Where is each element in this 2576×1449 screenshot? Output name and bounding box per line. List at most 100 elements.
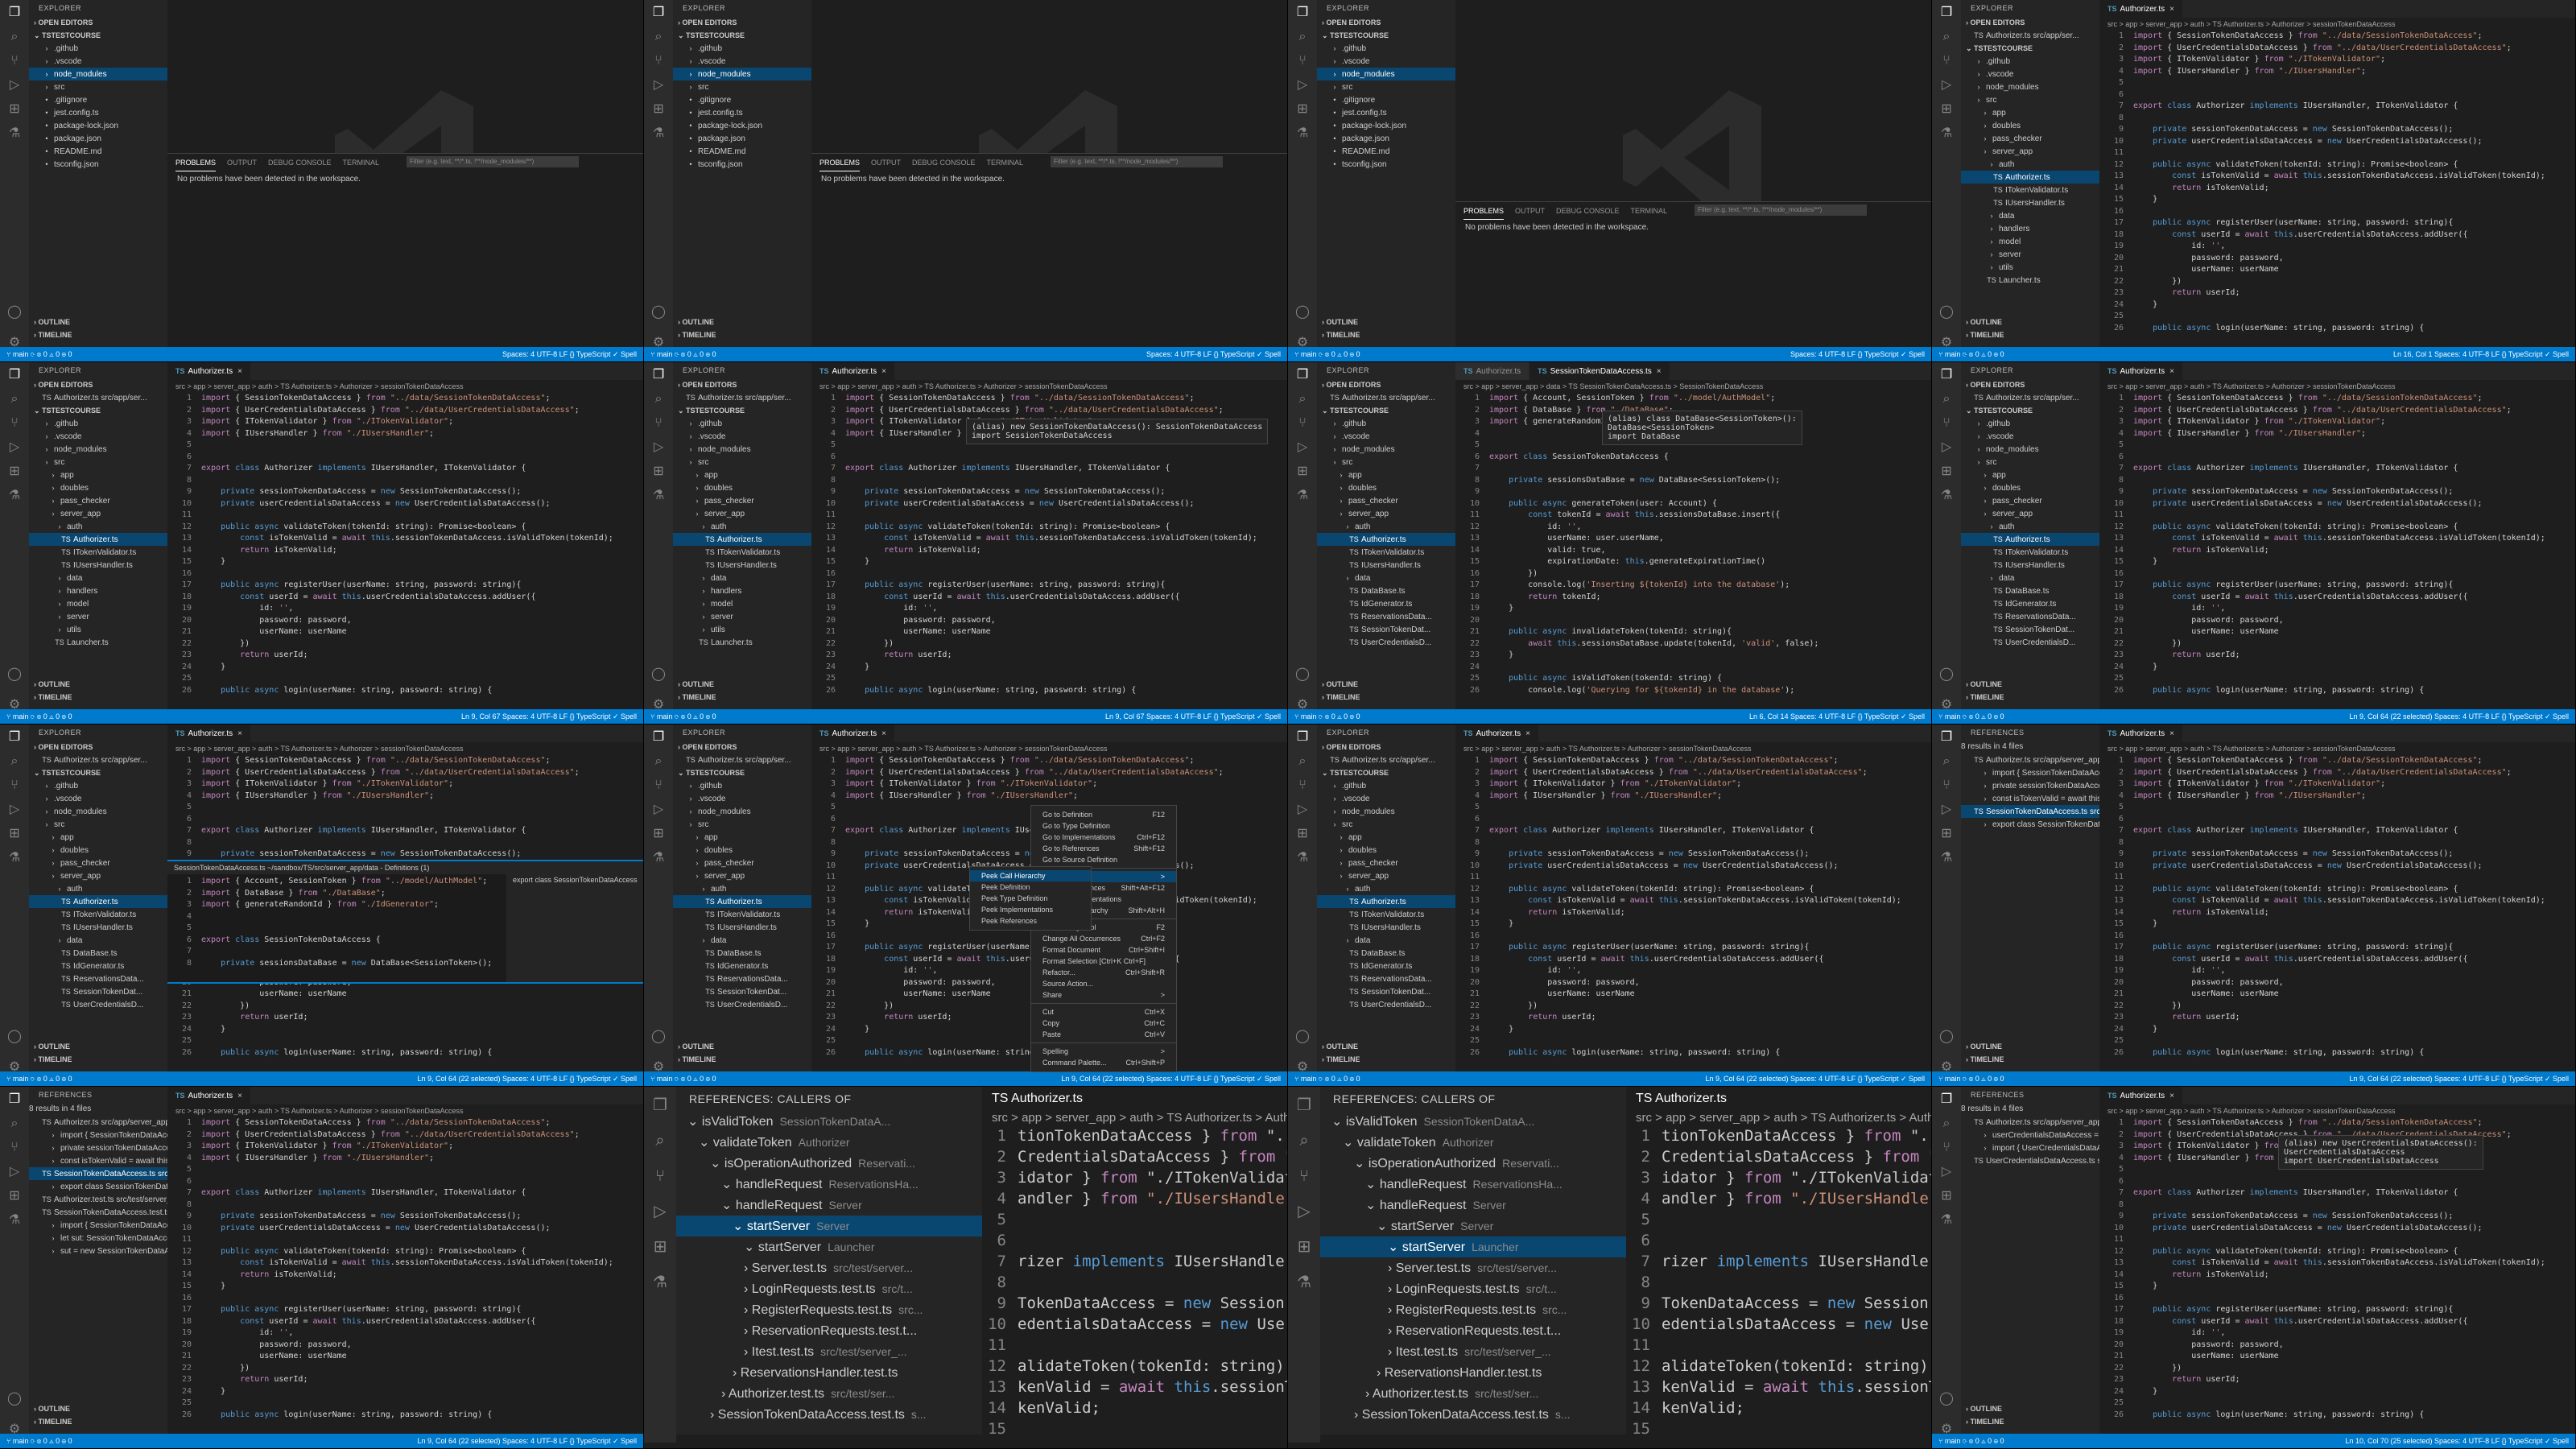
outline-header[interactable]: › OUTLINE [1317,678,1455,691]
code-line[interactable]: 10 private userCredentialsDataAccess = n… [1455,861,1931,873]
code-line[interactable]: 15 expirationDate: this.generateExpirati… [1455,556,1931,568]
code-line[interactable]: 4andler } from "./IUsersHandler" [982,1188,1287,1209]
code-line[interactable]: 17 public async registerUser(userName: s… [2099,1304,2575,1316]
tree-item[interactable]: TS UserCredentialsD... [1961,636,2099,649]
tree-item[interactable]: • README.md [673,145,811,158]
open-editors-header[interactable]: › OPEN EDITORS [29,16,167,29]
tree-item[interactable]: › server_app [673,869,811,882]
tree-item[interactable]: › data [1317,572,1455,584]
status-details[interactable]: Spaces: 4 UTF-8 LF {} TypeScript ✓ Spell [502,350,637,358]
call-hierarchy-item[interactable]: › RegisterRequests.test.ts src... [676,1299,982,1320]
panel-tab-terminal[interactable]: TERMINAL [1631,202,1668,220]
code-line[interactable]: 10 private userCredentialsDataAccess = n… [167,498,643,510]
search-icon[interactable]: ⌕ [1294,390,1311,407]
tree-item[interactable]: › server_app [673,507,811,520]
timeline-header[interactable]: › TIMELINE [29,328,167,341]
code-line[interactable]: 17 public async registerUser(userName: s… [2099,580,2575,592]
code-line[interactable]: 23 return userId; [2099,287,2575,299]
context-menu-item[interactable]: Go to Source Definition [1031,854,1176,865]
tree-item[interactable]: TS IUsersHandler.ts [29,559,167,572]
code-line[interactable]: 25 public async isValidToken(tokenId: st… [1455,673,1931,685]
reference-item[interactable]: ›import { SessionTokenDataAccess } fr... [1961,766,2100,779]
code-line[interactable]: 24 } [2099,1386,2575,1398]
code-line[interactable]: 22 }) [167,1001,643,1013]
breadcrumb[interactable]: src > app > server_app > auth > TS Autho… [167,380,643,393]
call-hierarchy-item[interactable]: ⌄ handleRequest ReservationsHa... [676,1174,982,1195]
extensions-icon[interactable]: ⊞ [6,1187,23,1204]
outline-header[interactable]: › OUTLINE [29,678,167,691]
search-icon[interactable]: ⌕ [1938,27,1955,45]
code-line[interactable]: 14 return isTokenValid; [2099,1269,2575,1282]
code-line[interactable]: 25 [2099,673,2575,685]
code-line[interactable]: 21 userName: userName [1455,989,1931,1001]
project-header[interactable]: ⌄ TSTESTCOURSE [1317,29,1455,42]
code-line[interactable]: 24 } [167,1386,643,1398]
tree-item[interactable]: TS SessionTokenDat... [1317,623,1455,636]
tree-item[interactable]: › .github [1961,417,2099,430]
code-line[interactable]: 19 } [1455,603,1931,615]
code-line[interactable]: 7export class Authorizer implements IUse… [2099,463,2575,475]
code-line[interactable]: 23 return userId; [167,1374,643,1386]
code-line[interactable]: 10 private userCredentialsDataAccess = n… [2099,136,2575,148]
code-line[interactable]: 25 [1455,1035,1931,1047]
status-details[interactable]: Spaces: 4 UTF-8 LF {} TypeScript ✓ Spell [2434,1075,2569,1083]
open-editor-item[interactable]: TS Authorizer.ts src/app/ser... [1961,391,2099,404]
code-lines[interactable]: 1 import { SessionTokenDataAccess } from … [167,393,643,696]
status-details[interactable]: Spaces: 4 UTF-8 LF {} TypeScript ✓ Spell [1146,712,1281,720]
reference-item[interactable]: ›private sessionTokenDataAccess = new Se… [1961,779,2100,792]
tree-item[interactable]: TS SessionTokenDat... [1961,623,2099,636]
account-icon[interactable]: ◯ [6,303,23,320]
tree-item[interactable]: TS ITokenValidator.ts [1961,184,2099,196]
code-line[interactable]: 11 [2099,147,2575,159]
status-details[interactable]: Spaces: 4 UTF-8 LF {} TypeScript ✓ Spell [502,712,637,720]
reference-item[interactable]: TSAuthorizer.ts src/app/server_app/auth [1961,1116,2099,1129]
code-line[interactable]: 7rizer implements IUsersHandler, [982,1251,1287,1272]
call-hierarchy-item[interactable]: › Server.test.ts src/test/server... [1320,1257,1626,1278]
reference-item[interactable]: TSUserCredentialsDataAccess.ts src/... [1961,1154,2099,1167]
tree-item[interactable]: TS IUsersHandler.ts [1317,559,1455,572]
search-icon[interactable]: ⌕ [650,390,667,407]
open-editors-header[interactable]: › OPEN EDITORS [1317,16,1455,29]
test-icon[interactable]: ⚗ [1297,1272,1311,1291]
code-line[interactable]: 1 import { SessionTokenDataAccess } from … [2099,31,2575,43]
tree-item[interactable]: TS IUsersHandler.ts [1961,559,2099,572]
tree-item[interactable]: TS ReservationsData... [1317,972,1455,985]
code-line[interactable]: 18 const userId = await this.userCredent… [2099,229,2575,242]
branch-indicator[interactable]: ⑂ main ⟳ ⊗ 0 ⚠ 0 ⊕ 0 [6,350,72,358]
branch-indicator[interactable]: ⑂ main ⟳ ⊗ 0 ⚠ 0 ⊕ 0 [650,350,716,358]
code-line[interactable]: 22 }) [2099,1001,2575,1013]
code-line[interactable]: 17 public async registerUser(userName: s… [167,1304,643,1316]
project-header[interactable]: ⌄ TSTESTCOURSE [673,404,811,417]
tree-item[interactable]: • jest.config.ts [673,106,811,119]
code-line[interactable]: 17 public async registerUser(userName: s… [2099,942,2575,954]
project-header[interactable]: ⌄ TSTESTCOURSE [1961,404,2099,417]
code-line[interactable]: 13 const isTokenValid = await this.sessi… [811,533,1287,545]
code-line[interactable]: 15 } [1455,919,1931,931]
call-hierarchy-item[interactable]: › Server.test.ts src/test/server... [676,1257,982,1278]
context-menu-item[interactable]: Change All Occurrences Ctrl+F2 [1031,933,1176,944]
code-line[interactable]: 24 } [167,662,643,674]
code-line[interactable]: 20 password: password, [2099,253,2575,265]
reference-item[interactable]: ›export class SessionTokenDataAccess { [29,1180,168,1193]
tree-item[interactable]: › server [1961,248,2099,261]
code-line[interactable]: 15 } [2099,919,2575,931]
close-icon[interactable]: × [237,367,242,376]
code-line[interactable]: 8 [2099,113,2575,125]
code-line[interactable]: 7export class Authorizer implements IUse… [167,825,643,837]
reference-item[interactable]: TSAuthorizer.ts src/app/server_app/auth [29,1116,167,1129]
tree-item[interactable]: TS Authorizer.ts [29,895,167,908]
code-line[interactable]: 9 private sessionTokenDataAccess = new S… [2099,124,2575,136]
code-line[interactable]: 8 [1455,837,1931,849]
tree-item[interactable]: › .github [1317,42,1455,55]
outline-header[interactable]: › OUTLINE [1961,1402,2099,1415]
tree-item[interactable]: › .vscode [29,430,167,443]
code-line[interactable]: 13 const isTokenValid = await this.sessi… [2099,1257,2575,1269]
search-icon[interactable]: ⌕ [1299,1130,1308,1150]
branch-indicator[interactable]: ⑂ main ⟳ ⊗ 0 ⚠ 0 ⊕ 0 [1938,350,2004,358]
code-line[interactable]: 26 public async login(userName: string, … [2099,1410,2575,1422]
timeline-header[interactable]: › TIMELINE [673,328,811,341]
tree-item[interactable]: TS ITokenValidator.ts [1317,546,1455,559]
account-icon[interactable]: ◯ [1294,665,1311,683]
code-lines[interactable]: 1 import { SessionTokenDataAccess } from … [2099,393,2575,696]
tree-item[interactable]: › .github [1317,779,1455,792]
